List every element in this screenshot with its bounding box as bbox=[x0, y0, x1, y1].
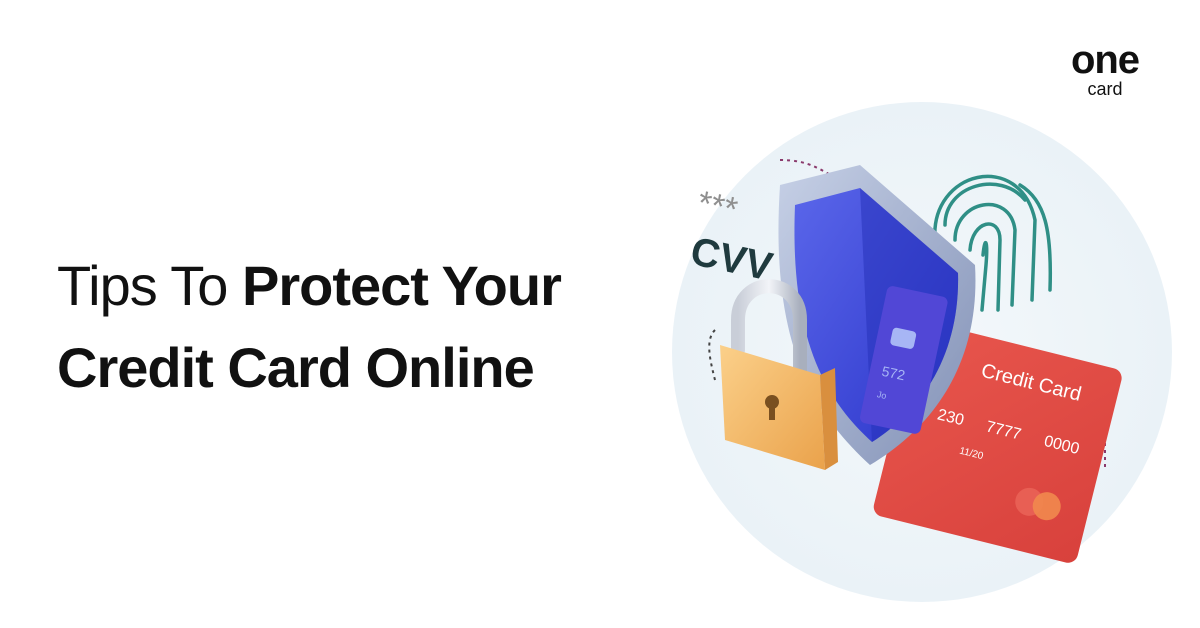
headline: Tips To Protect Your Credit Card Online bbox=[57, 245, 562, 409]
logo-one-text: one bbox=[1050, 40, 1160, 80]
headline-light-part: Tips To bbox=[57, 254, 242, 317]
headline-line-1: Tips To Protect Your bbox=[57, 245, 562, 327]
headline-bold-part: Protect Your bbox=[241, 254, 562, 317]
shield-card-name: Jo bbox=[876, 389, 887, 401]
cvv-stars: *** bbox=[694, 184, 741, 229]
credit-card-security-illustration: Credit Card 230 7777 0000 11/20 572 Jo *… bbox=[672, 102, 1172, 602]
logo-top-word: one bbox=[1070, 38, 1140, 82]
headline-line-2: Credit Card Online bbox=[57, 336, 535, 399]
